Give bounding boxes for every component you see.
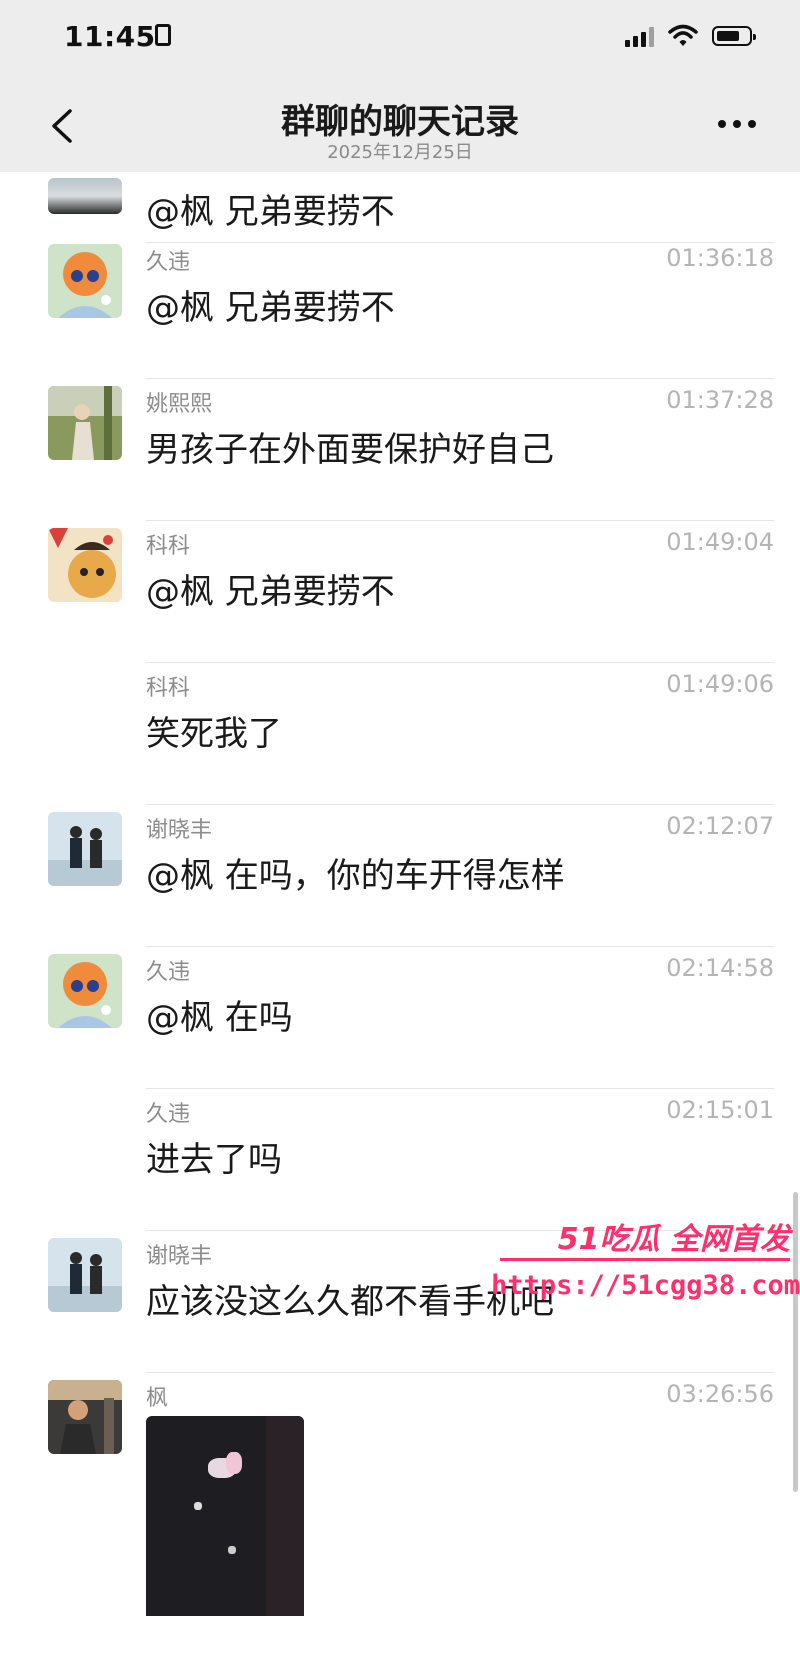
message-time: 02:14:58 xyxy=(666,954,774,982)
message-text: 笑死我了 xyxy=(146,714,282,754)
orientation-lock-icon xyxy=(155,24,171,46)
battery-icon xyxy=(712,26,756,46)
sender-name: 谢晓丰 xyxy=(146,818,213,843)
sender-name: 久违 xyxy=(146,250,191,275)
divider xyxy=(146,804,774,805)
message-time: 03:26:56 xyxy=(666,1380,774,1408)
more-dot-icon xyxy=(733,120,741,128)
avatar[interactable] xyxy=(48,1380,122,1454)
page-date: 2025年12月25日 xyxy=(327,142,473,163)
image-detail xyxy=(266,1416,304,1616)
watermark-brand: 51吃瓜 全网首发 xyxy=(557,1222,790,1257)
message-time: 02:12:07 xyxy=(666,812,774,840)
sender-name: 姚熙熙 xyxy=(146,392,213,417)
image-message[interactable] xyxy=(146,1416,304,1616)
sender-name: 科科 xyxy=(146,534,191,559)
message-row: 姚熙熙 01:37:28 男孩子在外面要保护好自己 xyxy=(0,386,800,528)
divider xyxy=(146,1088,774,1089)
wifi-icon xyxy=(668,24,698,46)
more-dot-icon xyxy=(718,120,726,128)
divider xyxy=(146,378,774,379)
sender-name: 久违 xyxy=(146,1102,191,1127)
message-row: 科科 01:49:06 笑死我了 xyxy=(0,670,800,812)
message-time: 01:36:18 xyxy=(666,244,774,272)
avatar[interactable] xyxy=(48,386,122,460)
message-text: @枫 兄弟要捞不 xyxy=(146,288,395,328)
more-options-button[interactable] xyxy=(718,120,756,128)
message-row: 枫 03:26:56 xyxy=(0,1380,800,1658)
avatar[interactable] xyxy=(48,178,122,214)
message-time: 02:15:01 xyxy=(666,1096,774,1124)
avatar[interactable] xyxy=(48,244,122,318)
chat-record-list[interactable]: @枫 兄弟要捞不 久违 01:36:18 @枫 兄弟要捞不 姚熙熙 01:37:… xyxy=(0,172,800,1658)
message-time: 01:49:06 xyxy=(666,670,774,698)
avatar[interactable] xyxy=(48,528,122,602)
status-time: 11:45 xyxy=(64,20,156,53)
divider xyxy=(146,520,774,521)
message-text: @枫 兄弟要捞不 xyxy=(146,192,395,232)
sender-name: 科科 xyxy=(146,676,191,701)
message-text: @枫 在吗，你的车开得怎样 xyxy=(146,856,565,896)
image-detail xyxy=(228,1546,236,1554)
status-icons xyxy=(625,24,756,48)
message-row: 久违 01:36:18 @枫 兄弟要捞不 xyxy=(0,244,800,386)
signal-icon xyxy=(625,25,654,47)
avatar[interactable] xyxy=(48,954,122,1028)
page-title: 群聊的聊天记录 xyxy=(281,102,519,142)
divider xyxy=(146,1372,774,1373)
message-row: 久违 02:14:58 @枫 在吗 xyxy=(0,954,800,1096)
sender-name: 枫 xyxy=(146,1386,169,1411)
more-dot-icon xyxy=(748,120,756,128)
message-text: 进去了吗 xyxy=(146,1140,282,1180)
divider xyxy=(146,242,774,243)
message-time: 01:49:04 xyxy=(666,528,774,556)
message-time: 01:37:28 xyxy=(666,386,774,414)
message-text: @枫 兄弟要捞不 xyxy=(146,572,395,612)
watermark-rule xyxy=(500,1258,790,1261)
message-text: 男孩子在外面要保护好自己 xyxy=(146,430,554,470)
watermark: 51吃瓜 全网首发 https://51cgg38.com xyxy=(491,1214,800,1314)
message-text: @枫 在吗 xyxy=(146,998,293,1038)
divider xyxy=(146,946,774,947)
nav-bar: 群聊的聊天记录 2025年12月25日 xyxy=(0,80,800,172)
sender-name: 久违 xyxy=(146,960,191,985)
message-row: 科科 01:49:04 @枫 兄弟要捞不 xyxy=(0,528,800,670)
avatar[interactable] xyxy=(48,1238,122,1312)
sender-name: 谢晓丰 xyxy=(146,1244,213,1269)
watermark-url: https://51cgg38.com xyxy=(491,1270,800,1301)
message-row: @枫 兄弟要捞不 xyxy=(0,172,800,243)
image-detail xyxy=(226,1452,242,1474)
status-bar: 11:45 xyxy=(0,0,800,80)
divider xyxy=(146,662,774,663)
avatar[interactable] xyxy=(48,812,122,886)
message-row: 谢晓丰 02:12:07 @枫 在吗，你的车开得怎样 xyxy=(0,812,800,954)
image-detail xyxy=(194,1502,202,1510)
